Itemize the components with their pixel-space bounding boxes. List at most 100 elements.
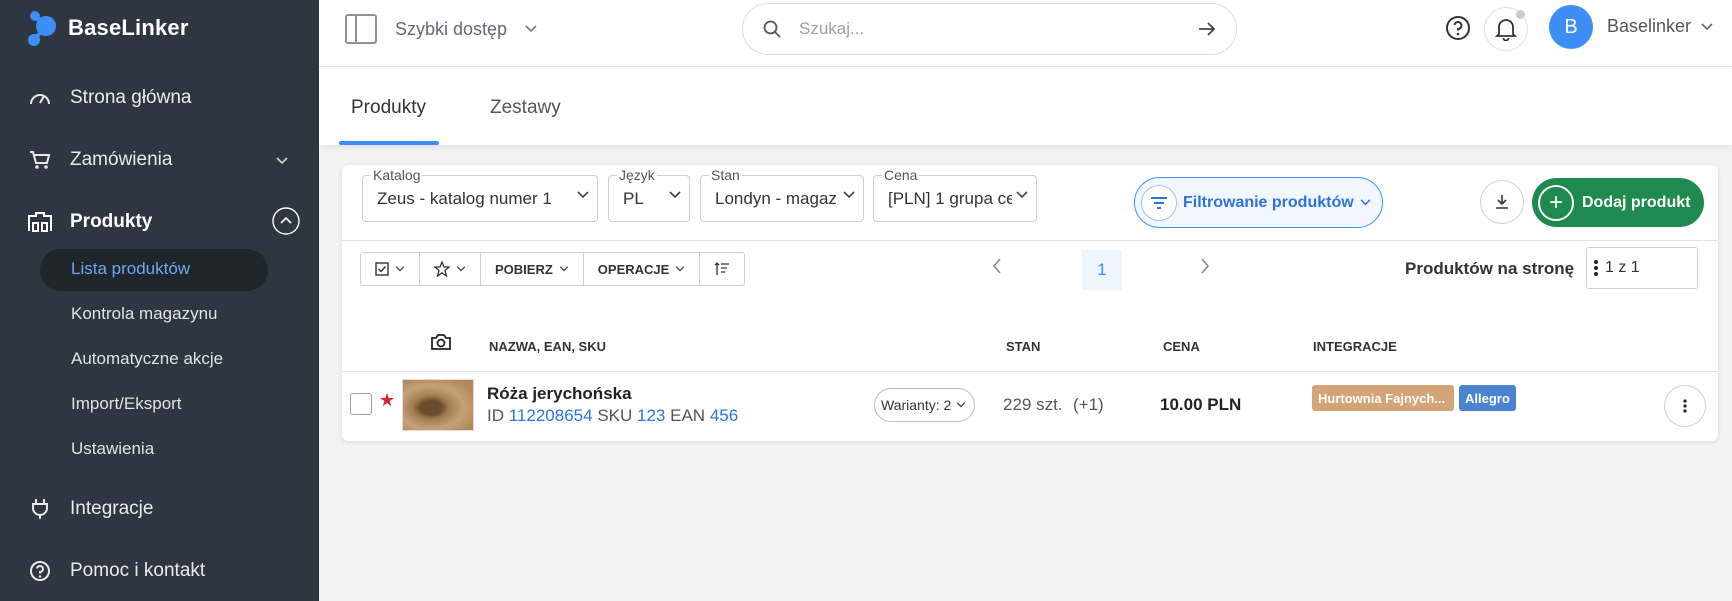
chevron-down-icon xyxy=(525,25,537,33)
vertical-dots-icon xyxy=(1683,399,1687,413)
tab-products[interactable]: Produkty xyxy=(351,97,426,119)
camera-icon xyxy=(430,333,452,356)
row-checkbox[interactable] xyxy=(350,393,372,415)
user-menu[interactable]: Baselinker xyxy=(1607,16,1713,37)
add-product-button[interactable]: + Dodaj produkt xyxy=(1532,178,1704,227)
search-input[interactable] xyxy=(799,19,1198,39)
sidebar-item-help[interactable]: Pomoc i kontakt xyxy=(28,559,288,583)
sort-button[interactable] xyxy=(700,253,744,285)
plus-icon: + xyxy=(1538,184,1574,221)
product-price[interactable]: 10.00 PLN xyxy=(1160,395,1241,415)
download-button[interactable] xyxy=(1480,180,1524,224)
tab-sets[interactable]: Zestawy xyxy=(490,97,561,119)
arrow-right-icon[interactable] xyxy=(1198,22,1216,36)
warehouse-icon xyxy=(28,210,52,234)
divider xyxy=(342,371,1718,372)
sidebar-item-orders[interactable]: Zamówienia xyxy=(28,148,288,172)
sidebar-item-products[interactable]: Produkty xyxy=(28,207,300,235)
select-dropdown-button[interactable] xyxy=(361,253,420,285)
notifications-button[interactable] xyxy=(1484,7,1528,51)
sidebar-subitem-automatic-actions[interactable]: Automatyczne akcje xyxy=(71,349,223,369)
product-stock-delta: (+1) xyxy=(1073,395,1104,414)
add-product-label: Dodaj produkt xyxy=(1582,193,1691,211)
chevron-up-icon[interactable] xyxy=(272,207,300,241)
bell-icon xyxy=(1495,19,1517,41)
operations-dropdown-button[interactable]: OPERACJE xyxy=(584,253,701,285)
per-page-select[interactable]: 1 z 1 xyxy=(1586,247,1698,289)
filter-products-button[interactable]: Filtrowanie produktów xyxy=(1134,177,1383,228)
integration-badge-allegro[interactable]: Allegro xyxy=(1459,385,1516,411)
sidebar-item-label: Zamówienia xyxy=(70,149,173,170)
catalog-value: Zeus - katalog numer 1 xyxy=(377,189,552,208)
pagination-page-current[interactable]: 1 xyxy=(1082,250,1122,290)
sidebar-item-integrations[interactable]: Integracje xyxy=(28,497,288,521)
chevron-right-icon xyxy=(1201,258,1210,274)
logo[interactable]: BaseLinker xyxy=(26,10,189,46)
sidebar-item-label: Produkty xyxy=(70,211,153,232)
stock-select[interactable]: Stan Londyn - magazyn xyxy=(700,167,864,222)
user-name: Baselinker xyxy=(1607,16,1692,36)
column-header-name[interactable]: NAZWA, EAN, SKU xyxy=(489,339,606,354)
checkbox-icon xyxy=(375,262,389,276)
help-icon xyxy=(28,559,52,583)
language-select[interactable]: Język PL xyxy=(608,167,690,222)
product-name[interactable]: Róża jerychońska xyxy=(487,384,632,404)
per-page-label: Produktów na stronę xyxy=(1405,259,1575,278)
product-sku-link[interactable]: 123 xyxy=(637,406,665,425)
sidebar-subitem-settings[interactable]: Ustawienia xyxy=(71,439,154,459)
product-id-link[interactable]: 112208654 xyxy=(509,406,593,425)
chevron-down-icon xyxy=(559,266,568,272)
help-circle-icon[interactable] xyxy=(1445,15,1471,46)
variants-label: Warianty: 2 xyxy=(881,397,952,413)
filter-icon xyxy=(1141,184,1177,221)
integration-badge-wholesale[interactable]: Hurtownia Fajnych... xyxy=(1312,385,1454,411)
sidebar-subitem-import-export[interactable]: Import/Eksport xyxy=(71,394,182,414)
product-ean-link[interactable]: 456 xyxy=(710,406,738,425)
chevron-down-icon xyxy=(957,402,966,408)
catalog-select[interactable]: Katalog Zeus - katalog numer 1 xyxy=(362,167,598,222)
column-header-stock[interactable]: STAN xyxy=(1006,339,1040,354)
pagination-prev-button[interactable] xyxy=(992,258,1002,279)
chevron-down-icon xyxy=(1701,22,1713,30)
favorites-dropdown-button[interactable] xyxy=(420,253,481,285)
chevron-down-icon xyxy=(276,149,288,171)
variants-button[interactable]: Warianty: 2 xyxy=(874,388,976,422)
operations-dropdown-label: OPERACJE xyxy=(597,261,670,277)
chevron-down-icon xyxy=(669,191,681,199)
sidebar-item-label: Pomoc i kontakt xyxy=(70,560,206,581)
price-value: [PLN] 1 grupa cenowa xyxy=(888,189,1012,208)
search-icon xyxy=(763,20,781,38)
search-bar[interactable] xyxy=(742,3,1237,55)
logo-text: BaseLinker xyxy=(68,15,189,40)
stock-label: Stan xyxy=(709,167,742,183)
active-tab-indicator xyxy=(339,141,439,145)
download-icon xyxy=(1496,195,1508,209)
id-label: ID xyxy=(487,406,504,425)
column-header-integrations: INTEGRACJE xyxy=(1313,339,1397,354)
chevron-down-icon xyxy=(395,266,405,272)
avatar[interactable]: B xyxy=(1549,5,1593,49)
sidebar-toggle-icon[interactable] xyxy=(345,14,377,44)
product-thumbnail[interactable] xyxy=(402,379,474,431)
row-more-button[interactable] xyxy=(1664,385,1706,427)
sidebar-subitem-stock-control[interactable]: Kontrola magazynu xyxy=(71,304,217,324)
sort-icon xyxy=(714,262,730,275)
per-page-value: 1 z 1 xyxy=(1605,259,1640,276)
column-header-price[interactable]: CENA xyxy=(1163,339,1200,354)
sidebar-item-label: Integracje xyxy=(70,498,154,519)
chevron-down-icon xyxy=(1016,191,1028,199)
plug-icon xyxy=(28,497,52,521)
catalog-label: Katalog xyxy=(371,167,423,183)
pagination-next-button[interactable] xyxy=(1200,258,1210,279)
sidebar-item-home[interactable]: Strona główna xyxy=(28,86,288,110)
price-select[interactable]: Cena [PLN] 1 grupa cenowa xyxy=(873,167,1037,222)
quick-access[interactable]: Szybki dostęp xyxy=(345,14,537,44)
tabs-bar: Produkty Zestawy xyxy=(319,67,1732,145)
sidebar-subitem-product-list[interactable]: Lista produktów xyxy=(71,259,190,279)
download-dropdown-button[interactable]: POBIERZ xyxy=(481,253,584,285)
star-filled-icon[interactable]: ★ xyxy=(379,390,395,411)
notification-dot xyxy=(1516,10,1525,19)
chevron-down-icon xyxy=(456,266,466,272)
chevron-down-icon xyxy=(577,191,589,199)
product-stock[interactable]: 229 szt. xyxy=(1003,395,1063,415)
